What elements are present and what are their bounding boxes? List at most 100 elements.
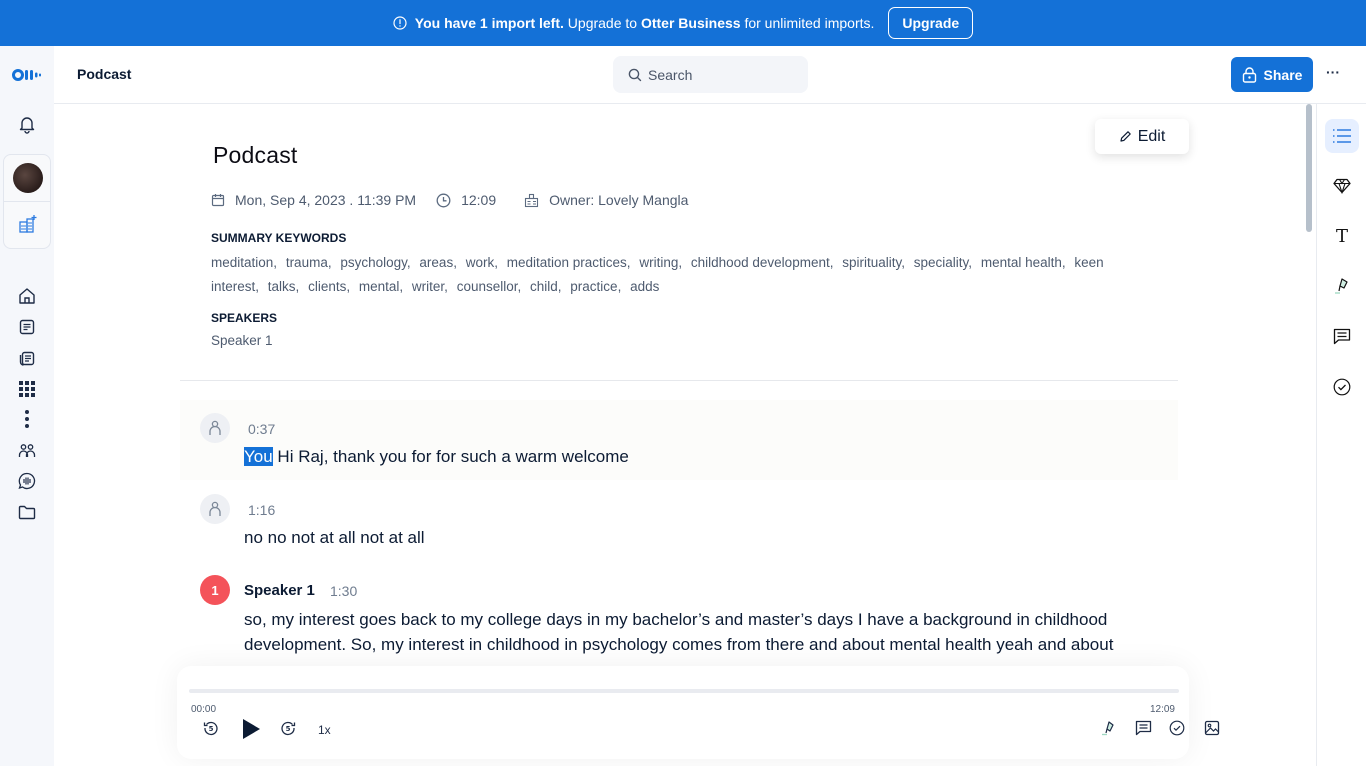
- keyword[interactable]: writing,: [639, 255, 682, 270]
- info-circle-icon: [393, 16, 407, 30]
- segment-time[interactable]: 0:37: [248, 421, 275, 437]
- svg-text:5: 5: [286, 725, 291, 733]
- upgrade-button[interactable]: Upgrade: [888, 7, 974, 39]
- keyword[interactable]: writer,: [412, 279, 448, 294]
- keywords-list: meditation, trauma, psychology, areas, w…: [211, 251, 1111, 299]
- diamond-icon[interactable]: [1325, 169, 1359, 203]
- current-time: 00:00: [191, 704, 217, 715]
- highlight-icon[interactable]: [1101, 720, 1117, 736]
- segment-text[interactable]: You Hi Raj, thank you for for such a war…: [244, 444, 1144, 469]
- add-org-icon[interactable]: [18, 214, 38, 234]
- keyword[interactable]: counsellor,: [457, 279, 522, 294]
- calendar-icon: [211, 193, 225, 207]
- keyword[interactable]: practice,: [570, 279, 621, 294]
- scrollbar-thumb[interactable]: [1306, 104, 1312, 232]
- comment-icon[interactable]: [1135, 720, 1152, 736]
- more-options-button[interactable]: ···: [1326, 64, 1340, 80]
- check-circle-icon[interactable]: [1325, 370, 1359, 404]
- document-title[interactable]: Podcast: [213, 142, 298, 169]
- edit-button[interactable]: Edit: [1095, 119, 1189, 154]
- owner-icon: [524, 193, 539, 208]
- segment-time[interactable]: 1:16: [248, 502, 275, 518]
- text-T-icon[interactable]: T: [1325, 219, 1359, 253]
- svg-text:5: 5: [209, 725, 214, 733]
- keyword[interactable]: speciality,: [914, 255, 972, 270]
- share-button[interactable]: Share: [1231, 57, 1313, 92]
- speaker-name[interactable]: Speaker 1: [244, 582, 315, 599]
- segment-text-rest[interactable]: Hi Raj, thank you for for such a warm we…: [273, 447, 628, 466]
- left-sidebar: [0, 46, 54, 766]
- keyword[interactable]: mental health,: [981, 255, 1066, 270]
- summary-keywords-label: SUMMARY KEYWORDS: [211, 231, 347, 245]
- owner-text: Owner: Lovely Mangla: [549, 192, 689, 208]
- playback-progress-bar[interactable]: [189, 689, 1179, 693]
- document-meta: Mon, Sep 4, 2023 . 11:39 PM 12:09 Owner:…: [211, 192, 708, 208]
- play-icon[interactable]: [241, 718, 261, 740]
- check-circle-icon[interactable]: [1169, 720, 1185, 736]
- note-icon[interactable]: [17, 317, 37, 337]
- keyword[interactable]: trauma,: [286, 255, 332, 270]
- folder-icon[interactable]: [17, 502, 37, 522]
- audio-player: 00:00 12:09 5 5 1x: [177, 666, 1220, 759]
- clock-icon: [436, 193, 451, 208]
- banner-text-end: for unlimited imports.: [744, 15, 875, 31]
- search-input[interactable]: Search: [613, 56, 808, 93]
- keyword[interactable]: areas,: [419, 255, 457, 270]
- comment-icon[interactable]: [1325, 319, 1359, 353]
- speakers-label: SPEAKERS: [211, 311, 278, 325]
- pencil-icon: [1119, 130, 1132, 143]
- otter-logo[interactable]: [12, 68, 42, 82]
- forward-5-icon[interactable]: 5: [280, 720, 296, 736]
- keyword[interactable]: psychology,: [340, 255, 410, 270]
- keyword[interactable]: talks,: [268, 279, 300, 294]
- search-placeholder: Search: [648, 66, 693, 83]
- duration-text: 12:09: [461, 192, 497, 208]
- segment-text[interactable]: so, my interest goes back to my college …: [244, 607, 1144, 657]
- upgrade-banner: You have 1 import left. Upgrade to Otter…: [0, 0, 1366, 46]
- share-label: Share: [1263, 66, 1303, 83]
- keyword[interactable]: childhood development,: [691, 255, 834, 270]
- keyword[interactable]: meditation,: [211, 255, 277, 270]
- notes-stack-icon[interactable]: [17, 348, 37, 368]
- page-title: Podcast: [77, 66, 132, 82]
- grid-icon[interactable]: [17, 379, 37, 399]
- keyword[interactable]: clients,: [308, 279, 350, 294]
- rewind-5-icon[interactable]: 5: [203, 720, 219, 736]
- bell-icon[interactable]: [17, 114, 37, 134]
- avatar[interactable]: [13, 163, 43, 193]
- segment-text[interactable]: no no not at all not at all: [244, 525, 1144, 550]
- selected-word[interactable]: You: [244, 447, 273, 466]
- lock-icon: [1242, 66, 1257, 83]
- meta-owner: Owner: Lovely Mangla: [524, 192, 688, 208]
- keyword[interactable]: adds: [630, 279, 659, 294]
- highlighter-icon[interactable]: [1325, 269, 1359, 303]
- unknown-speaker-avatar[interactable]: [200, 413, 230, 443]
- keyword[interactable]: spirituality,: [842, 255, 905, 270]
- unknown-speaker-avatar[interactable]: [200, 494, 230, 524]
- meta-date: Mon, Sep 4, 2023 . 11:39 PM: [211, 192, 416, 208]
- banner-brand: Otter Business: [640, 15, 741, 31]
- banner-text: Upgrade to: [567, 15, 638, 31]
- audio-chat-icon[interactable]: [17, 471, 37, 491]
- banner-import-count: You have 1 import left.: [414, 15, 564, 31]
- outline-list-icon[interactable]: [1325, 119, 1359, 153]
- playback-speed-button[interactable]: 1x: [318, 723, 331, 737]
- keyword[interactable]: meditation practices,: [507, 255, 631, 270]
- transcript-segment[interactable]: 1:16 no no not at all not at all: [180, 480, 1178, 560]
- home-icon[interactable]: [17, 286, 37, 306]
- transcript-segment[interactable]: 0:37 You Hi Raj, thank you for for such …: [180, 400, 1178, 480]
- edit-label: Edit: [1137, 127, 1166, 145]
- keyword[interactable]: work,: [466, 255, 498, 270]
- note-content: Edit Podcast Mon, Sep 4, 2023 . 11:39 PM…: [54, 104, 1304, 766]
- meta-duration: 12:09: [436, 192, 496, 208]
- speaker-badge[interactable]: 1: [200, 575, 230, 605]
- keyword[interactable]: mental,: [359, 279, 403, 294]
- date-text: Mon, Sep 4, 2023 . 11:39 PM: [235, 192, 417, 208]
- vertical-dots-icon[interactable]: [17, 409, 37, 429]
- image-icon[interactable]: [1204, 720, 1220, 736]
- total-time: 12:09: [1149, 704, 1175, 715]
- people-icon[interactable]: [17, 441, 37, 461]
- segment-time[interactable]: 1:30: [330, 583, 357, 599]
- speakers-list: Speaker 1: [211, 333, 273, 348]
- keyword[interactable]: child,: [530, 279, 562, 294]
